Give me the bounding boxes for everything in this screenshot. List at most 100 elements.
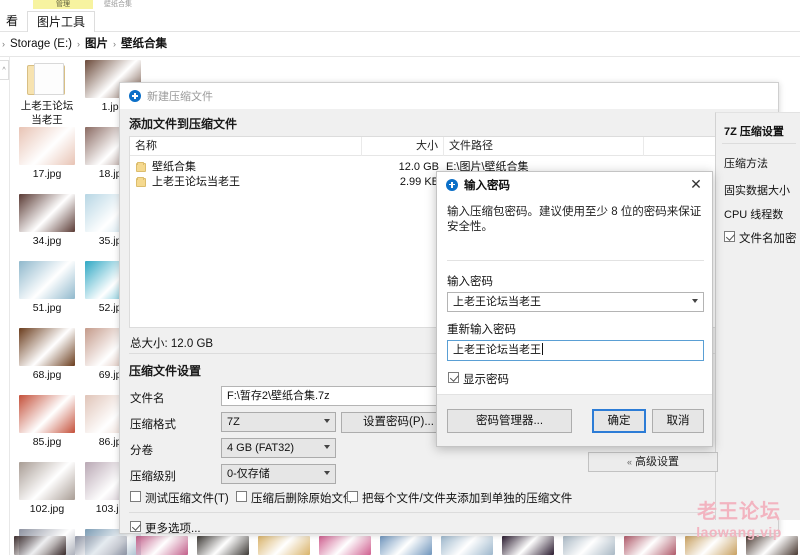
advanced-settings-label: 高级设置 [635,456,679,468]
checkbox-show-password[interactable]: 显示密码 [448,371,509,387]
strip-thumbnail[interactable] [563,536,615,555]
strip-thumbnail[interactable] [502,536,554,555]
file-list-header-row: 名称 大小 文件路径 [130,137,717,156]
nav-pane-collapse-icon[interactable]: ^ [0,60,9,80]
strip-thumbnail[interactable] [258,536,310,555]
panel-divider [722,143,796,144]
column-header-size[interactable]: 大小 [362,137,444,156]
add-files-section-heading: 添加文件到压缩文件 [129,117,238,131]
ok-button[interactable]: 确定 [592,409,646,433]
checkbox-label: 压缩后删除原始文件 [251,493,355,505]
breadcrumb-item-pictures[interactable]: 图片 [85,34,108,54]
image-item[interactable]: 102.jpg [14,462,80,515]
explorer-window-title: 壁纸合集 [104,1,132,8]
item-label: 102.jpg [29,503,65,515]
text-caret [542,343,543,355]
password-dialog-footer: 密码管理器... 确定 取消 [437,394,712,446]
advanced-settings-button[interactable]: «高级设置 [588,452,718,472]
checkbox-box [448,372,459,383]
strip-thumbnail[interactable] [685,536,737,555]
password-dialog-titlebar: 输入密码 ✕ [437,172,712,197]
ribbon-tab-manage[interactable]: 管理 [33,0,93,9]
folder-icon [27,62,67,96]
explorer-divider [0,56,800,57]
volume-value: 4 GB (FAT32) [227,442,295,454]
checkbox-separate-archives[interactable]: 把每个文件/文件夹添加到单独的压缩文件 [347,490,572,506]
folder-item[interactable]: 上老王论坛当老王 [14,60,80,127]
7z-settings-panel: 7Z 压缩设置 压缩方法 固实数据大小 CPU 线程数 文件名加密 [715,112,800,520]
compression-level-label: 压缩级别 [130,471,176,483]
ribbon-tab-picture-tools[interactable]: 图片工具 [27,11,95,32]
column-header-name[interactable]: 名称 [130,137,362,156]
password-divider [447,260,704,261]
archive-add-icon [129,90,141,102]
breadcrumb-item-storage[interactable]: Storage (E:) [10,34,72,54]
column-header-path[interactable]: 文件路径 [444,137,644,156]
strip-thumbnail[interactable] [441,536,493,555]
volume-label: 分卷 [130,445,153,457]
image-item[interactable]: 68.jpg [14,328,80,381]
item-label: 17.jpg [32,168,62,180]
password-manager-button[interactable]: 密码管理器... [447,409,572,433]
password-description: 输入压缩包密码。建议使用至少 8 位的密码来保证安全性。 [447,206,702,233]
checkbox-encrypt-filenames[interactable]: 文件名加密 [724,230,797,246]
archive-format-select[interactable]: 7Z [221,412,336,432]
password-dialog-title: 输入密码 [464,179,510,192]
close-icon[interactable]: ✕ [680,172,712,197]
checkbox-label: 更多选项... [145,523,201,535]
thumbnail-image [19,395,75,433]
image-item[interactable]: 34.jpg [14,194,80,247]
archive-settings-heading: 压缩文件设置 [129,364,202,378]
archive-format-value: 7Z [227,416,240,428]
checkbox-label: 测试压缩文件(T) [145,493,229,505]
checkbox-label: 显示密码 [463,374,509,386]
strip-thumbnail[interactable] [319,536,371,555]
checkbox-test-archive[interactable]: 测试压缩文件(T) [130,490,229,506]
folder-icon [136,162,146,172]
password-input[interactable]: 上老王论坛当老王 [447,292,704,312]
checkbox-box [130,521,141,532]
row-name: 上老王论坛当老王 [152,176,240,188]
panel-item-cpu-threads[interactable]: CPU 线程数 [724,206,783,222]
enter-password-dialog: 输入密码 ✕ 输入压缩包密码。建议使用至少 8 位的密码来保证安全性。 输入密码… [436,171,713,447]
filename-label: 文件名 [130,393,165,405]
checkbox-label: 把每个文件/文件夹添加到单独的压缩文件 [362,493,573,505]
compression-level-select[interactable]: 0-仅存储 [221,464,336,484]
volume-select[interactable]: 4 GB (FAT32) [221,438,336,458]
column-header-extra[interactable] [644,137,717,156]
image-item[interactable]: 51.jpg [14,261,80,314]
strip-thumbnail[interactable] [624,536,676,555]
image-item[interactable]: 17.jpg [14,127,80,180]
strip-thumbnail[interactable] [746,536,798,555]
checkbox-box [236,491,247,502]
breadcrumb-item-current-folder[interactable]: 壁纸合集 [121,34,167,54]
item-label: 85.jpg [32,436,62,448]
panel-item-compression-method[interactable]: 压缩方法 [724,155,768,171]
strip-thumbnail[interactable] [75,536,127,555]
password-label: 输入密码 [447,276,493,288]
confirm-password-label: 重新输入密码 [447,324,516,336]
item-label: 上老王论坛当老王 [20,100,74,126]
ribbon-tab-view[interactable]: 看 [0,11,18,31]
image-item[interactable]: 85.jpg [14,395,80,448]
cancel-button[interactable]: 取消 [652,409,704,433]
checkbox-delete-after-compress[interactable]: 压缩后删除原始文件 [236,490,355,506]
strip-thumbnail[interactable] [197,536,249,555]
chevron-down-icon[interactable] [692,299,698,303]
item-label: 68.jpg [32,369,62,381]
7z-settings-title: 7Z 压缩设置 [724,126,784,138]
chevron-down-icon [324,445,330,449]
thumbnail-image [19,127,75,165]
panel-item-solid-block-size[interactable]: 固实数据大小 [724,182,790,198]
strip-thumbnail[interactable] [14,536,66,555]
folder-icon [136,177,146,187]
checkbox-more-options[interactable]: 更多选项... [130,520,201,536]
compression-level-value: 0-仅存储 [227,468,270,480]
strip-thumbnail[interactable] [136,536,188,555]
password-dialog-icon [446,178,458,191]
confirm-password-input[interactable]: 上老王论坛当老王 [447,340,704,361]
bottom-divider [129,512,718,513]
chevron-down-icon [324,471,330,475]
strip-thumbnail[interactable] [380,536,432,555]
checkbox-box [347,491,358,502]
